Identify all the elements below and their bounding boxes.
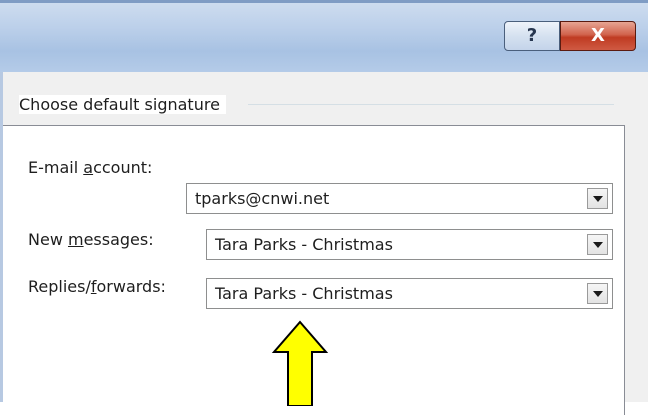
replies-forwards-label: Replies/forwards: <box>28 277 166 296</box>
help-button[interactable]: ? <box>504 21 560 51</box>
group-title: Choose default signature <box>19 95 226 114</box>
new-messages-label: New messages: <box>28 230 154 249</box>
close-icon: X <box>591 25 605 46</box>
dialog-titlebar: ? X <box>0 0 648 72</box>
help-icon: ? <box>526 25 538 46</box>
up-arrow-shape <box>271 320 329 406</box>
close-button[interactable]: X <box>560 21 636 51</box>
replies-forwards-select[interactable]: Tara Parks - Christmas <box>206 278 613 309</box>
new-messages-value: Tara Parks - Christmas <box>215 235 393 254</box>
group-divider <box>248 104 614 105</box>
dropdown-arrow-icon[interactable] <box>587 188 608 209</box>
email-account-label: E-mail account: <box>28 158 153 177</box>
dropdown-arrow-icon[interactable] <box>587 283 608 304</box>
new-messages-select[interactable]: Tara Parks - Christmas <box>206 229 613 260</box>
email-account-select[interactable]: tparks@cnwi.net <box>186 183 613 214</box>
replies-forwards-value: Tara Parks - Christmas <box>215 284 393 303</box>
up-arrow-icon <box>271 320 329 406</box>
email-account-value: tparks@cnwi.net <box>195 189 330 208</box>
dropdown-arrow-icon[interactable] <box>587 234 608 255</box>
